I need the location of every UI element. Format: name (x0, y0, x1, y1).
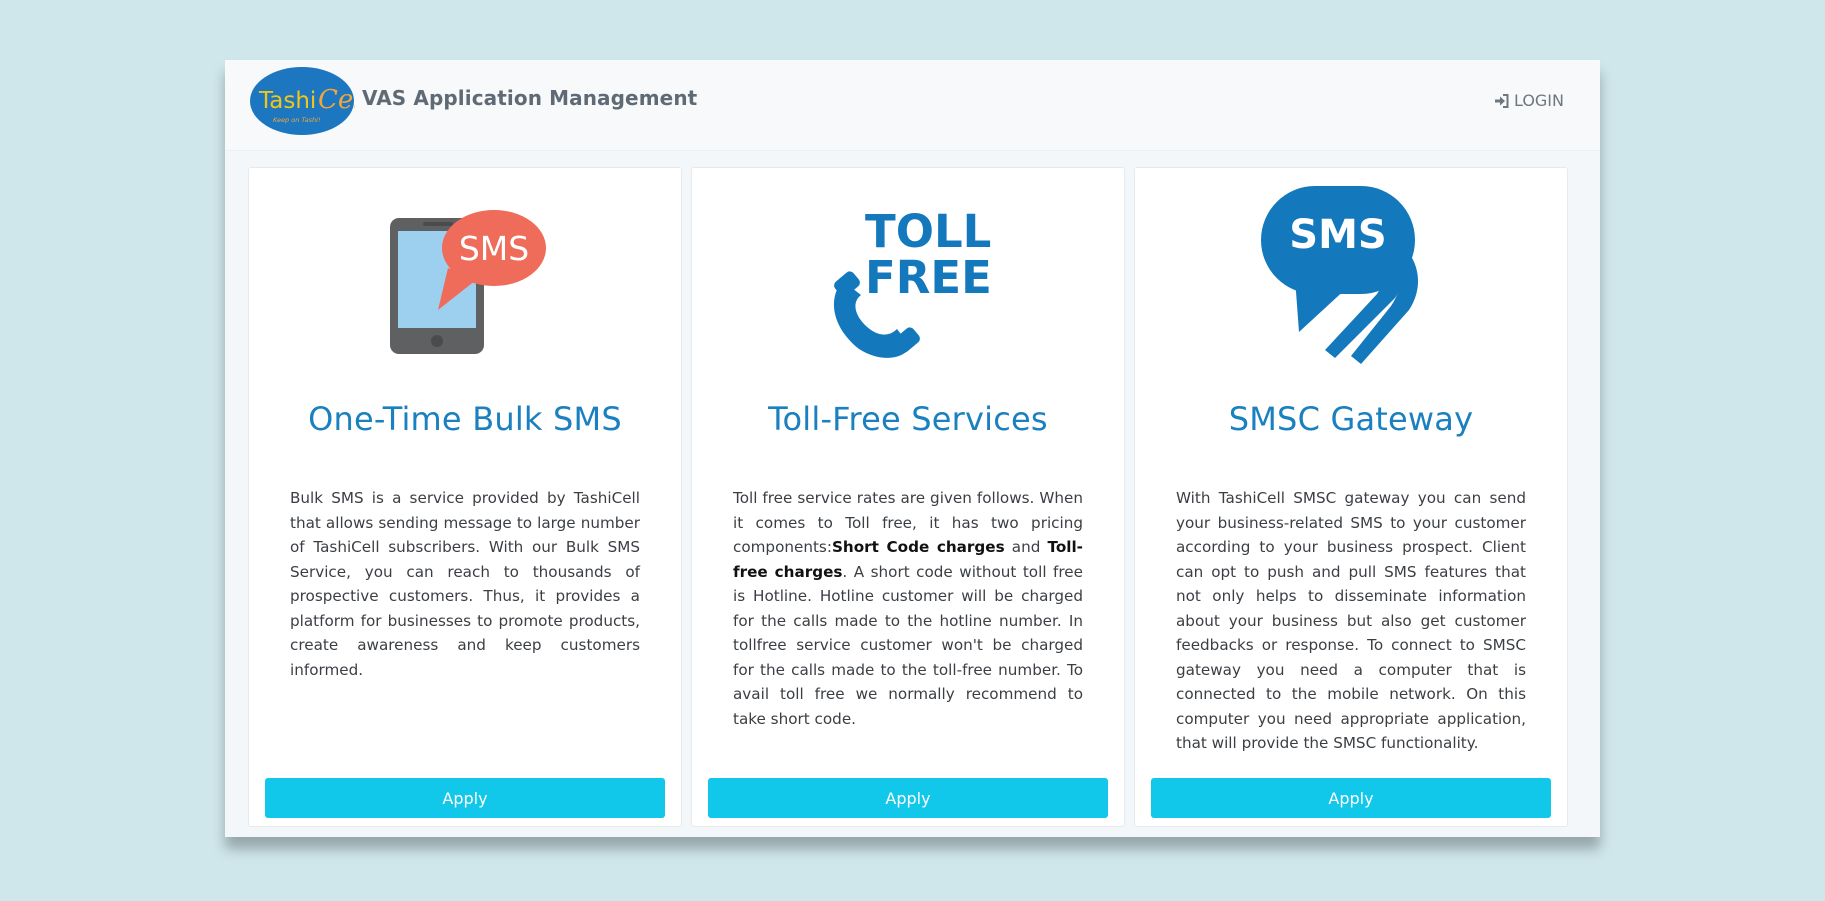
description-text: . A short code without toll free is Hotl… (733, 562, 1083, 728)
login-label: LOGIN (1513, 91, 1564, 110)
sms-icon-label: SMS (1289, 212, 1386, 258)
toll-free-phone-icon: TOLL FREE (833, 205, 992, 358)
app-window: Tashi Cell Keep on Tashi! VAS Applicatio… (225, 60, 1600, 837)
app-title: VAS Application Management (362, 86, 698, 110)
logo-tagline: Keep on Tashi! (273, 116, 321, 124)
sms-phone-icon: SMS (390, 209, 546, 354)
card-smsc-gateway: SMS SMSC Gateway With TashiCell SMSC gat… (1134, 167, 1568, 827)
sms-chat-bubbles-icon: SMS (1261, 185, 1419, 364)
card-bulk-sms: SMS One-Time Bulk SMS Bulk SMS is a serv… (248, 167, 682, 827)
card-description: With TashiCell SMSC gateway you can send… (1176, 489, 1526, 752)
free-icon-label: FREE (865, 251, 992, 304)
card-icon-container: SMS (1135, 185, 1567, 364)
card-description: Toll free service rates are given follow… (733, 486, 1083, 731)
card-title: One-Time Bulk SMS (308, 400, 622, 438)
navbar: Tashi Cell Keep on Tashi! VAS Applicatio… (225, 60, 1600, 151)
short-code-charges-text: Short Code charges (831, 538, 1005, 556)
card-toll-free: TOLL FREE Toll-Free Services Toll free s… (691, 167, 1125, 827)
logo-text-tashi: Tashi (258, 88, 316, 114)
sms-icon-label: SMS (459, 229, 529, 268)
apply-button-bulk-sms[interactable]: Apply (265, 778, 665, 818)
apply-button-smsc-gateway[interactable]: Apply (1151, 778, 1551, 818)
tashicell-logo[interactable]: Tashi Cell Keep on Tashi! (249, 66, 355, 136)
card-title: Toll-Free Services (768, 400, 1048, 438)
login-link[interactable]: LOGIN (1494, 91, 1564, 110)
card-title: SMSC Gateway (1228, 400, 1474, 438)
service-cards: SMS One-Time Bulk SMS Bulk SMS is a serv… (248, 167, 1568, 827)
description-text: and (1004, 538, 1048, 556)
card-icon-container: SMS (249, 196, 681, 361)
card-icon-container: TOLL FREE (692, 196, 1124, 361)
logo-text-cell: Cell (318, 85, 355, 115)
sign-in-icon (1494, 93, 1509, 108)
card-description: Bulk SMS is a service provided by TashiC… (290, 489, 640, 679)
apply-button-toll-free[interactable]: Apply (708, 778, 1108, 818)
